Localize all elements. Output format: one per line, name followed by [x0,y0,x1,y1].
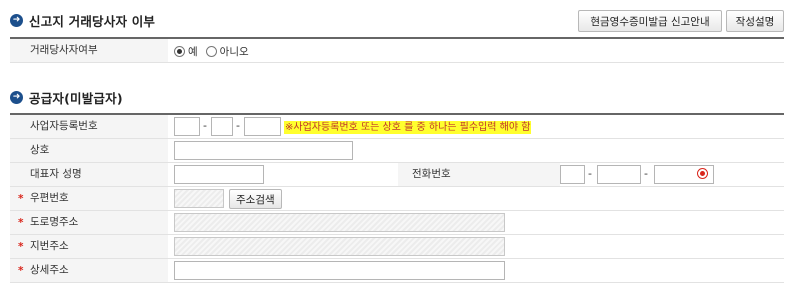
radio-yes-label[interactable]: 예 [188,44,198,59]
road-address-input[interactable] [174,213,505,232]
bizno-part2-input[interactable] [211,117,233,136]
company-name-input[interactable] [174,141,353,160]
arrow-bullet-icon: ➜ [10,14,23,27]
target-icon [697,168,708,179]
zip-label: 우편번호 [10,187,168,211]
phone-part1-input[interactable] [560,165,585,184]
dash: - [236,119,240,132]
rep-label: 대표자 성명 [10,163,168,186]
name-label: 상호 [10,139,168,162]
rep-row: 대표자 성명 전화번호 - - [10,163,784,187]
dash: - [203,119,207,132]
party-radio-group: 예 아니오 [174,44,257,59]
supplier-table: 사업자등록번호 - - ※사업자등록번호 또는 상호 를 중 하나는 필수입력 … [10,113,784,283]
lot-row: 지번주소 [10,235,784,259]
receipt-report-guide-button[interactable]: 현금영수증미발급 신고안내 [578,10,722,32]
road-label: 도로명주소 [10,211,168,235]
party-label: 거래당사자여부 [10,39,168,62]
address-search-button[interactable]: 주소검색 [229,189,282,209]
writing-guide-button[interactable]: 작성설명 [726,10,784,32]
name-row: 상호 [10,139,784,163]
party-table: 거래당사자여부 예 아니오 [10,37,784,63]
detail-row: 상세주소 [10,259,784,283]
section-header-party: ➜ 신고지 거래당사자 이부 [10,11,155,30]
arrow-bullet-icon: ➜ [10,91,23,104]
bizno-row: 사업자등록번호 - - ※사업자등록번호 또는 상호 를 중 하나는 필수입력 … [10,115,784,139]
zip-row: 우편번호 주소검색 [10,187,784,211]
bizno-part1-input[interactable] [174,117,200,136]
radio-yes[interactable] [174,46,185,57]
radio-no-label[interactable]: 아니오 [220,44,249,59]
road-row: 도로명주소 [10,211,784,235]
bizno-label: 사업자등록번호 [10,115,168,138]
bizno-part3-input[interactable] [244,117,281,136]
section-title: 신고지 거래당사자 이부 [29,14,156,29]
phone-part2-input[interactable] [597,165,641,184]
phone-label: 전화번호 [398,163,560,186]
representative-name-input[interactable] [174,165,264,184]
dash: - [588,167,592,180]
phone-part3-wrap [654,165,714,184]
section-header-supplier: ➜ 공급자(미발급자) [10,88,123,107]
party-row: 거래당사자여부 예 아니오 [10,39,784,63]
dash: - [644,167,648,180]
lot-label: 지번주소 [10,235,168,259]
section-title: 공급자(미발급자) [29,91,123,106]
detail-label: 상세주소 [10,259,168,283]
radio-no[interactable] [205,46,217,57]
zip-code-input[interactable] [174,189,224,208]
required-notice: ※사업자등록번호 또는 상호 를 중 하나는 필수입력 해야 함 [284,121,532,134]
detail-address-input[interactable] [174,261,505,280]
lot-address-input[interactable] [174,237,505,256]
